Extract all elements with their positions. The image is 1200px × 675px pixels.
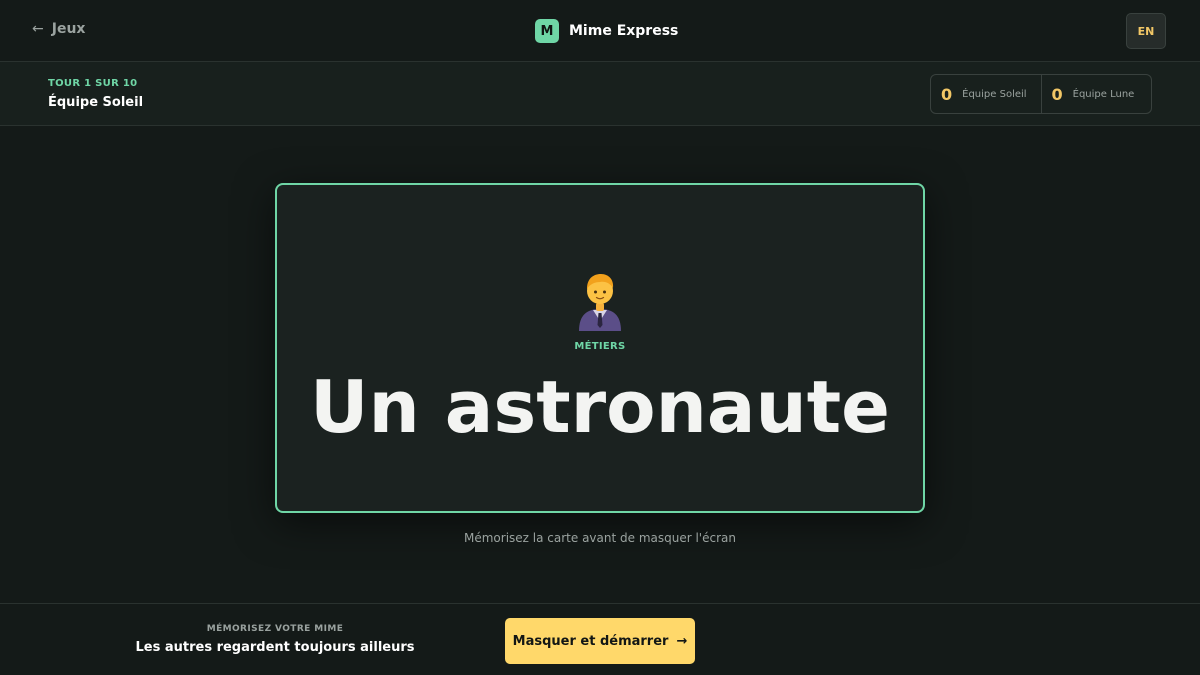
scoreboard: 0 Équipe Soleil 0 Équipe Lune — [930, 74, 1152, 114]
score-team-name: Équipe Lune — [1072, 88, 1135, 100]
mime-card: MÉTIERS Un astronaute — [275, 183, 925, 513]
back-button[interactable]: ← Jeux — [32, 21, 85, 37]
brand-logo-icon: M — [535, 19, 559, 43]
app-root: ← Jeux M Mime Express EN TOUR 1 SUR 10 É… — [0, 0, 1200, 675]
round-bar: TOUR 1 SUR 10 Équipe Soleil 0 Équipe Sol… — [0, 62, 1200, 126]
arrow-right-icon: → — [676, 633, 688, 649]
score-value: 0 — [941, 84, 953, 104]
office-worker-icon — [579, 274, 621, 331]
round-label: TOUR 1 SUR 10 — [48, 78, 138, 89]
back-arrow-icon: ← — [32, 21, 44, 37]
card-word: Un astronaute — [310, 365, 890, 449]
brand: M Mime Express — [535, 19, 678, 43]
memorize-hint: Mémorisez la carte avant de masquer l'éc… — [464, 531, 736, 545]
hide-and-start-button[interactable]: Masquer et démarrer → — [505, 618, 695, 664]
start-button-label: Masquer et démarrer — [512, 633, 669, 649]
score-value: 0 — [1051, 84, 1063, 104]
footer-instructions: MÉMORISEZ VOTRE MIME Les autres regarden… — [100, 624, 450, 655]
top-header: ← Jeux M Mime Express EN — [0, 0, 1200, 62]
language-button[interactable]: EN — [1126, 13, 1166, 49]
score-team-lune: 0 Équipe Lune — [1040, 75, 1152, 113]
brand-name: Mime Express — [569, 23, 679, 39]
bottom-bar: MÉMORISEZ VOTRE MIME Les autres regarden… — [0, 603, 1200, 675]
footer-kicker: MÉMORISEZ VOTRE MIME — [206, 624, 344, 634]
back-label: Jeux — [51, 21, 86, 37]
score-team-soleil: 0 Équipe Soleil — [931, 75, 1041, 113]
score-team-name: Équipe Soleil — [962, 88, 1027, 100]
current-team: Équipe Soleil — [48, 95, 144, 110]
card-category: MÉTIERS — [574, 341, 626, 352]
footer-message: Les autres regardent toujours ailleurs — [135, 640, 415, 655]
